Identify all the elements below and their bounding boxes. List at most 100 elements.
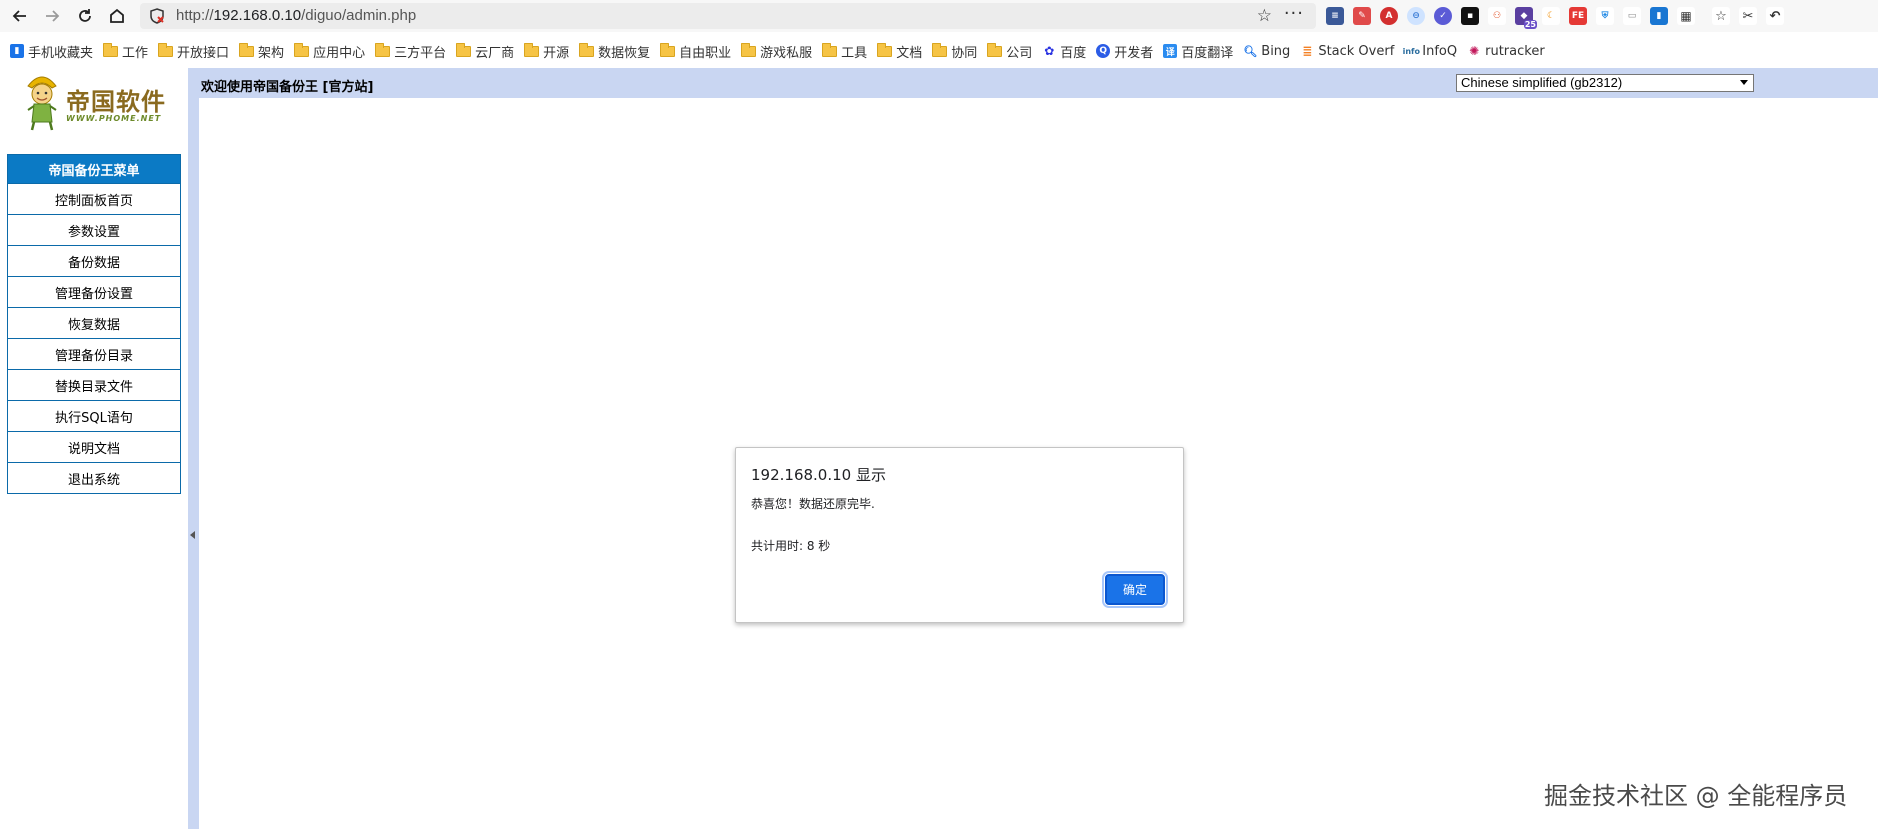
address-bar[interactable]: http://192.168.0.10/diguo/admin.php ☆ ··… <box>140 3 1316 29</box>
bookmark-label: 开放接口 <box>177 45 230 61</box>
bookmark-folder-third[interactable]: 三方平台 <box>375 42 446 61</box>
adblock-icon[interactable]: A <box>1380 7 1398 25</box>
bookmark-mobile[interactable]: ▮ 手机收藏夹 <box>10 42 93 61</box>
flag-ext-icon[interactable]: ≡ <box>1326 7 1344 25</box>
sidebar-ext-icon[interactable]: ▮ <box>1650 7 1668 25</box>
bookmark-baidu[interactable]: ✿ 百度 <box>1042 42 1086 61</box>
chevron-down-icon <box>1740 80 1748 85</box>
favorites-icon[interactable]: ☆ <box>1712 7 1730 25</box>
undo-icon[interactable]: ↶ <box>1766 7 1784 25</box>
dialog-title: 192.168.0.10 显示 <box>751 466 886 484</box>
rutracker-icon: ✺ <box>1467 44 1482 58</box>
bookmark-bing[interactable]: 🔍︎ Bing <box>1243 44 1290 59</box>
folder-icon <box>987 42 1003 57</box>
bookmark-folder-company[interactable]: 公司 <box>987 42 1032 61</box>
url-scheme: http:// <box>176 7 214 24</box>
menu-item-logout[interactable]: 退出系统 <box>7 463 181 494</box>
bookmark-star-icon[interactable]: ☆ <box>1257 6 1272 26</box>
stackoverflow-icon: ≣ <box>1300 44 1315 58</box>
bookmark-label: 云厂商 <box>475 45 515 61</box>
logo-subtitle: WWW.PHOME.NET <box>66 114 162 123</box>
menu-item-dashboard[interactable]: 控制面板首页 <box>7 184 181 215</box>
charset-select[interactable]: Chinese simplified (gb2312) <box>1456 74 1754 92</box>
menu-item-settings[interactable]: 参数设置 <box>7 215 181 246</box>
menu-item-docs[interactable]: 说明文档 <box>7 432 181 463</box>
main-header-bar: 欢迎使用帝国备份王 [官方站] Chinese simplified (gb23… <box>199 68 1878 98</box>
menu-item-execute-sql[interactable]: 执行SQL语句 <box>7 401 181 432</box>
check-ext-icon[interactable]: ✓ <box>1434 7 1452 25</box>
logo-text: 帝国软件 <box>66 87 166 116</box>
not-secure-icon[interactable] <box>148 7 166 25</box>
screenshot-icon[interactable]: ✂ <box>1739 7 1757 25</box>
folder-icon <box>741 42 757 57</box>
bookmark-label: 架构 <box>258 45 285 61</box>
bookmark-folder-docs[interactable]: 文档 <box>877 42 922 61</box>
bookmark-label: 百度 <box>1060 45 1087 61</box>
bookmark-folder-recovery[interactable]: 数据恢复 <box>579 42 650 61</box>
pen-ext-icon[interactable]: ✎ <box>1353 7 1371 25</box>
folder-icon <box>877 42 893 57</box>
bookmark-label: 工作 <box>122 45 149 61</box>
badge-ext-icon[interactable]: ◆ 25 <box>1515 7 1537 29</box>
bookmark-folder-cloud[interactable]: 云厂商 <box>456 42 514 61</box>
grid-ext-icon[interactable]: ▦ <box>1677 7 1695 25</box>
mobile-icon: ▮ <box>10 44 24 58</box>
collapse-arrow-icon[interactable] <box>190 531 195 539</box>
dialog-elapsed: 共计用时: 8 秒 <box>751 539 831 553</box>
bookmark-folder-games[interactable]: 游戏私服 <box>741 42 812 61</box>
folder-icon <box>294 42 310 57</box>
video-ext-icon[interactable]: ▪ <box>1461 7 1479 25</box>
bookmark-label: Stack Overf <box>1318 43 1395 59</box>
bookmark-label: 数据恢复 <box>598 45 651 61</box>
bookmark-folder-tools[interactable]: 工具 <box>822 42 867 61</box>
reload-icon[interactable] <box>73 4 97 28</box>
bookmark-folder-collab[interactable]: 协同 <box>932 42 977 61</box>
bookmark-infoq[interactable]: info InfoQ <box>1403 44 1458 59</box>
folder-icon <box>375 42 391 57</box>
menu-item-manage-backup-dir[interactable]: 管理备份目录 <box>7 339 181 370</box>
frame-splitter[interactable] <box>188 68 199 829</box>
folder-icon <box>822 42 838 57</box>
menu-item-manage-backup-settings[interactable]: 管理备份设置 <box>7 277 181 308</box>
menu-item-restore[interactable]: 恢复数据 <box>7 308 181 339</box>
bookmark-stackoverflow[interactable]: ≣ Stack Overf <box>1300 44 1394 59</box>
dialog-message: 恭喜您！数据还原完毕. <box>751 497 875 511</box>
bookmark-folder-work[interactable]: 工作 <box>103 42 148 61</box>
bookmark-folder-arch[interactable]: 架构 <box>239 42 284 61</box>
extensions-row: ≡ ✎ A ⊖ ✓ ▪ ⚇ ◆ 25 ☾ FE ⛨ ▭ ▮ ▦ ☆ ✂ ↶ <box>1326 6 1784 29</box>
translate-icon: 译 <box>1163 44 1178 58</box>
bookmark-folder-apps[interactable]: 应用中心 <box>294 42 365 61</box>
folder-icon <box>239 42 255 57</box>
back-icon[interactable] <box>8 4 32 28</box>
forward-icon[interactable] <box>40 4 64 28</box>
bookmark-folder-opensource[interactable]: 开源 <box>524 42 569 61</box>
bookmark-rutracker[interactable]: ✺ rutracker <box>1467 44 1545 59</box>
bookmark-label: 开发者 <box>1114 45 1154 61</box>
reader-ext-icon[interactable]: ▭ <box>1623 7 1641 25</box>
shield-ext-icon[interactable]: ⛨ <box>1596 7 1614 25</box>
bookmark-folder-freelance[interactable]: 自由职业 <box>660 42 731 61</box>
translate-ext-icon[interactable]: ⊖ <box>1407 7 1425 25</box>
baidu-icon: ✿ <box>1042 44 1057 58</box>
url-text[interactable]: http://192.168.0.10/diguo/admin.php <box>176 7 416 24</box>
menu-item-replace-dir-files[interactable]: 替换目录文件 <box>7 370 181 401</box>
menu-item-backup[interactable]: 备份数据 <box>7 246 181 277</box>
folder-icon <box>456 42 472 57</box>
folder-icon <box>103 42 119 57</box>
more-icon[interactable]: ··· <box>1284 3 1304 24</box>
share-ext-icon[interactable]: ⚇ <box>1488 7 1506 25</box>
ok-button[interactable]: 确定 <box>1102 571 1168 608</box>
search-icon: 🔍︎ <box>1243 44 1258 58</box>
bookmark-baidu-translate[interactable]: 译百度翻译 <box>1163 42 1233 61</box>
bookmark-label: 开源 <box>543 45 570 61</box>
home-icon[interactable] <box>105 4 129 28</box>
bookmark-label: 公司 <box>1006 45 1033 61</box>
mascot-icon <box>27 76 57 131</box>
bookmark-folder-api[interactable]: 开放接口 <box>158 42 229 61</box>
fe-ext-icon[interactable]: FE <box>1569 7 1587 25</box>
bookmark-dev[interactable]: Q 开发者 <box>1096 42 1153 61</box>
bookmark-label: 百度翻译 <box>1181 45 1234 61</box>
bookmark-label: 手机收藏夹 <box>28 45 94 61</box>
folder-icon <box>524 42 540 57</box>
moon-ext-icon[interactable]: ☾ <box>1542 7 1560 25</box>
